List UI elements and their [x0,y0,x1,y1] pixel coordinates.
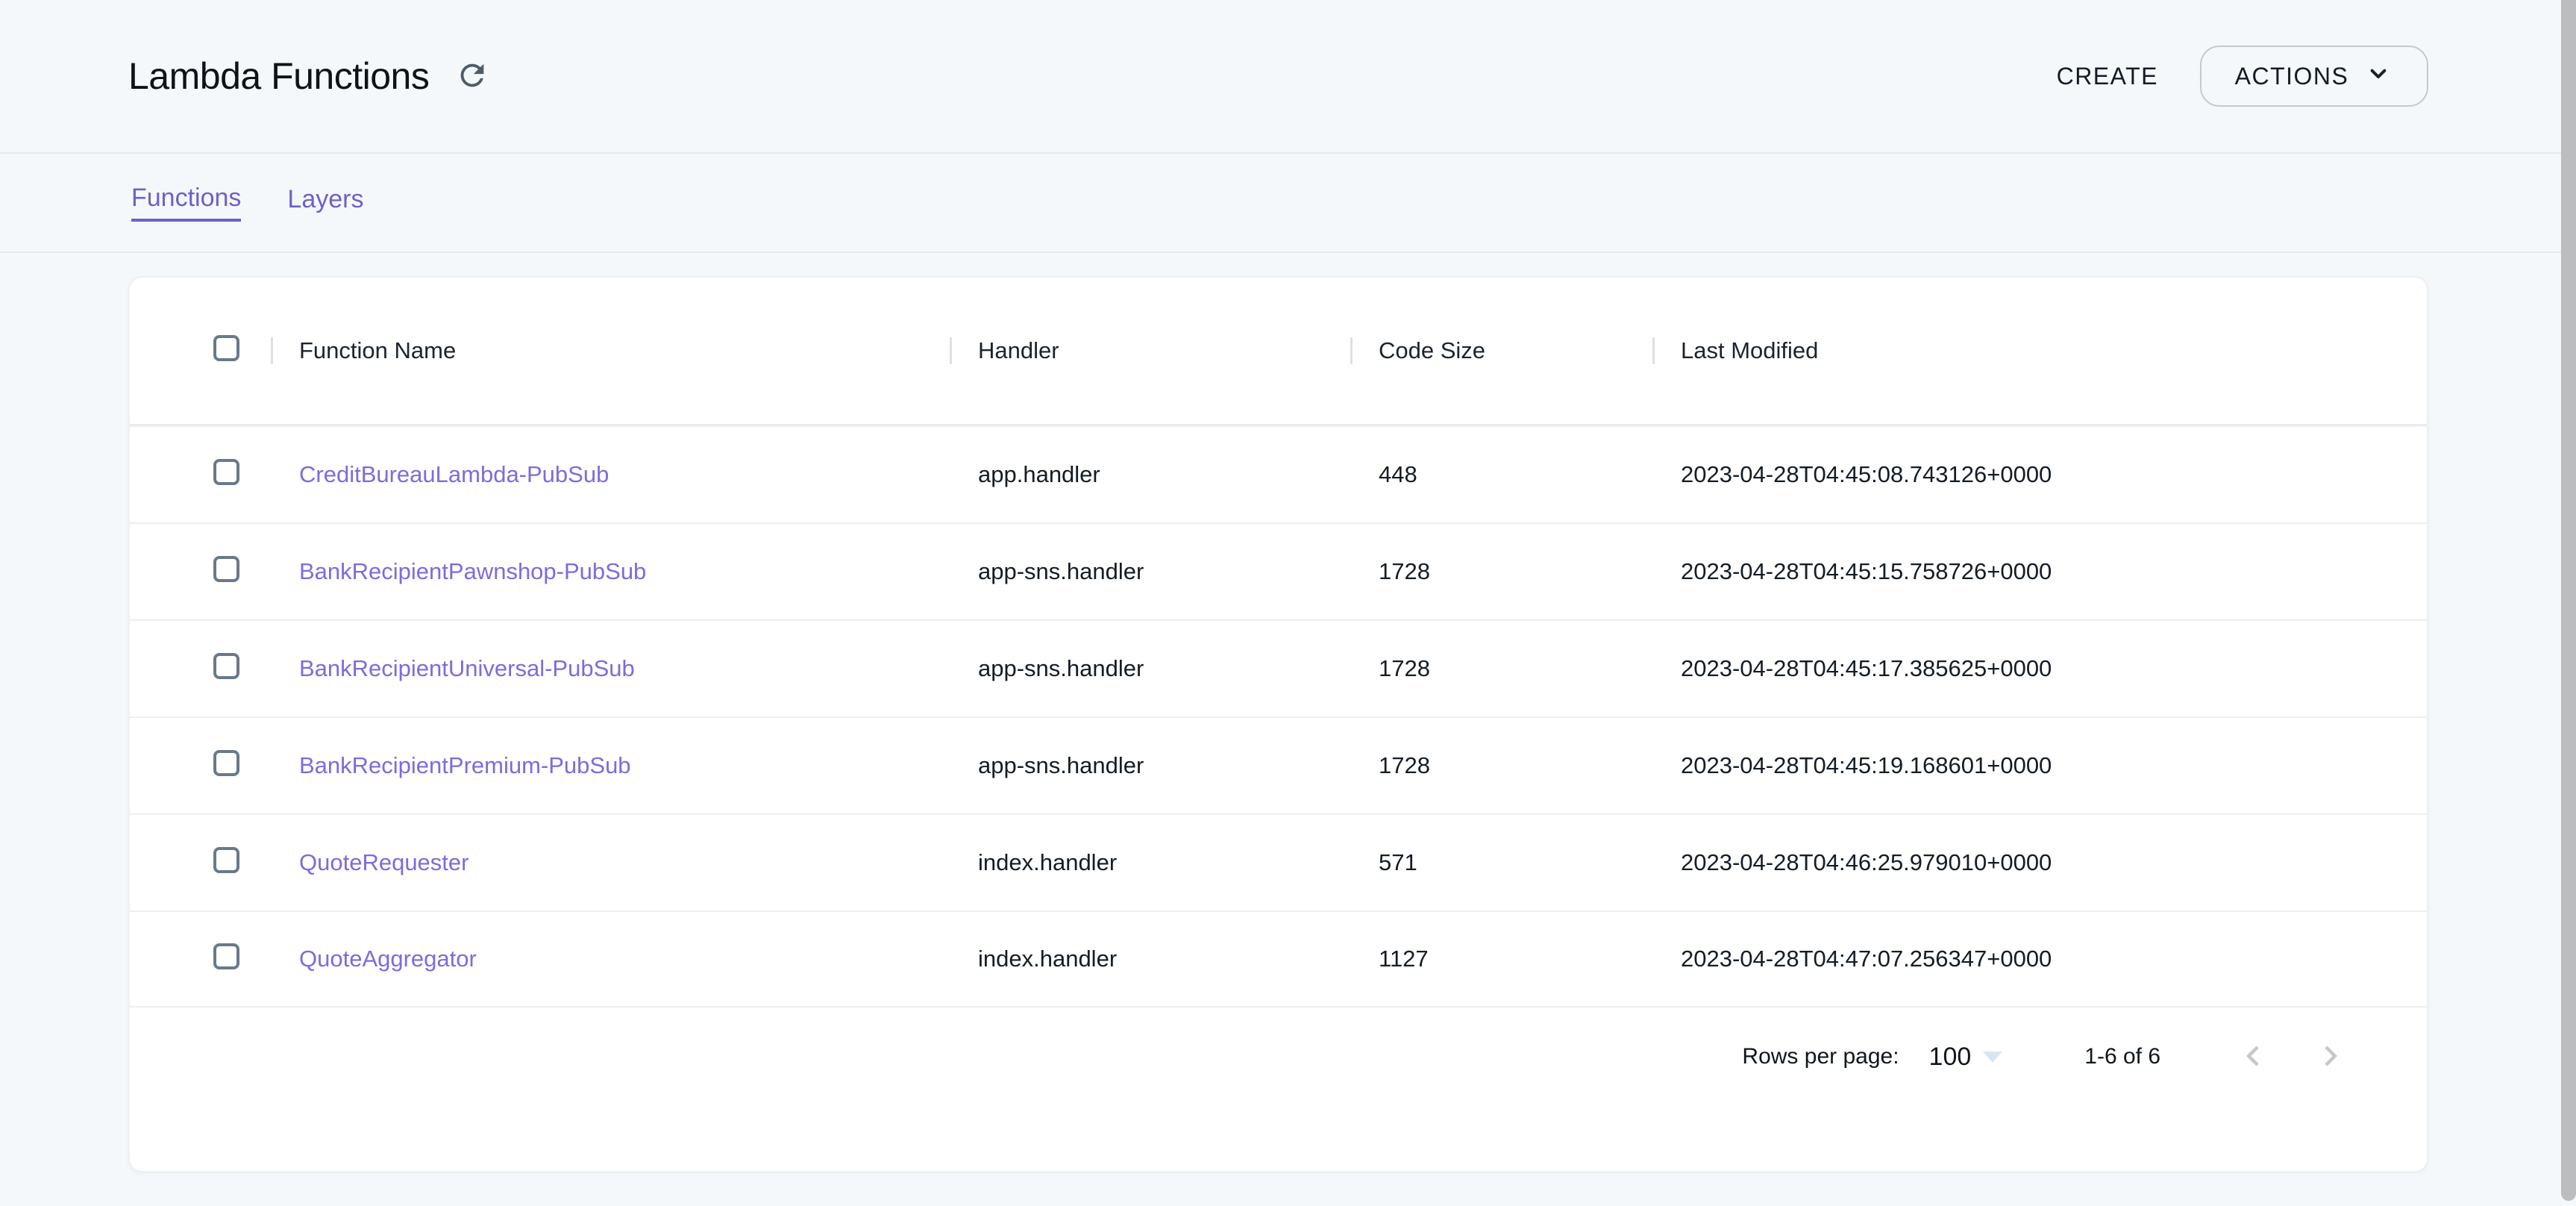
code-size-cell: 448 [1350,461,1652,488]
lambda-functions-page: Lambda Functions CREATE ACTIONS Function… [0,0,2576,1206]
function-name-link[interactable]: QuoteAggregator [299,946,477,972]
chevron-left-icon [2233,1036,2273,1078]
column-header-handler: Handler [950,337,1350,364]
rows-per-page-label: Rows per page: [1742,1044,1899,1069]
last-modified-cell: 2023-04-28T04:47:07.256347+0000 [1652,946,2366,972]
function-name-cell: QuoteAggregator [271,946,950,972]
handler-cell: app.handler [950,461,1350,488]
code-size-cell: 1728 [1350,655,1652,682]
handler-cell: index.handler [950,946,1350,972]
function-name-link[interactable]: QuoteRequester [299,849,468,875]
table-row: BankRecipientPawnshop-PubSub app-sns.han… [130,522,2427,619]
last-modified-cell: 2023-04-28T04:45:17.385625+0000 [1652,655,2366,682]
tabs-bar: Functions Layers [0,154,2576,253]
row-checkbox-cell [130,943,271,975]
row-checkbox[interactable] [213,943,239,969]
function-name-cell: BankRecipientUniversal-PubSub [271,655,950,682]
vertical-scrollbar[interactable] [2561,0,2576,1201]
row-checkbox-cell [130,653,271,685]
page-range-label: 1-6 of 6 [2084,1044,2160,1069]
actions-button[interactable]: ACTIONS [2200,46,2428,107]
actions-button-label: ACTIONS [2235,63,2349,90]
table-pagination: Rows per page: 100 1-6 of 6 [130,1007,2427,1106]
table-header-row: Function Name Handler Code Size Last Mod… [130,278,2427,425]
handler-cell: index.handler [950,849,1350,876]
select-all-cell [130,335,271,367]
function-name-link[interactable]: BankRecipientPremium-PubSub [299,752,631,778]
rows-per-page-value: 100 [1929,1043,1972,1072]
chevron-right-icon [2310,1036,2351,1078]
code-size-cell: 1728 [1350,558,1652,585]
column-header-code-size: Code Size [1350,337,1652,364]
chevron-down-icon [2363,58,2393,94]
refresh-button[interactable] [451,55,493,97]
functions-table-card: Function Name Handler Code Size Last Mod… [128,276,2428,1172]
column-header-last-modified: Last Modified [1652,337,2366,364]
next-page-button[interactable] [2309,1035,2352,1078]
row-checkbox-cell [130,556,271,588]
tab-functions[interactable]: Functions [131,184,241,222]
header-bar: Lambda Functions CREATE ACTIONS [0,0,2576,154]
rows-per-page-select[interactable]: 100 [1929,1043,2003,1072]
row-checkbox-cell [130,750,271,782]
function-name-link[interactable]: CreditBureauLambda-PubSub [299,461,609,487]
table-row: BankRecipientUniversal-PubSub app-sns.ha… [130,619,2427,716]
table-row: QuoteRequester index.handler 571 2023-04… [130,813,2427,910]
row-checkbox[interactable] [213,556,239,582]
function-name-cell: QuoteRequester [271,849,950,876]
select-all-checkbox[interactable] [213,335,239,361]
function-name-link[interactable]: BankRecipientPawnshop-PubSub [299,558,646,584]
code-size-cell: 571 [1350,849,1652,876]
last-modified-cell: 2023-04-28T04:45:15.758726+0000 [1652,558,2366,585]
function-name-cell: CreditBureauLambda-PubSub [271,461,950,488]
row-checkbox[interactable] [213,847,239,873]
header-actions: CREATE ACTIONS [2037,46,2428,107]
handler-cell: app-sns.handler [950,558,1350,585]
handler-cell: app-sns.handler [950,655,1350,682]
code-size-cell: 1127 [1350,946,1652,972]
refresh-icon [455,58,489,95]
last-modified-cell: 2023-04-28T04:45:08.743126+0000 [1652,461,2366,488]
function-name-cell: BankRecipientPremium-PubSub [271,752,950,779]
function-name-link[interactable]: BankRecipientUniversal-PubSub [299,655,635,681]
tab-layers[interactable]: Layers [287,185,363,220]
page-title: Lambda Functions [128,54,429,98]
table-row: QuoteAggregator index.handler 1127 2023-… [130,910,2427,1007]
row-checkbox[interactable] [213,750,239,776]
row-checkbox[interactable] [213,459,239,485]
create-button[interactable]: CREATE [2037,49,2178,104]
dropdown-arrow-icon [1983,1052,2002,1063]
row-checkbox-cell [130,847,271,879]
row-checkbox[interactable] [213,653,239,679]
table-row: BankRecipientPremium-PubSub app-sns.hand… [130,716,2427,813]
last-modified-cell: 2023-04-28T04:46:25.979010+0000 [1652,849,2366,876]
row-checkbox-cell [130,459,271,491]
table-row: CreditBureauLambda-PubSub app.handler 44… [130,425,2427,522]
code-size-cell: 1728 [1350,752,1652,779]
handler-cell: app-sns.handler [950,752,1350,779]
last-modified-cell: 2023-04-28T04:45:19.168601+0000 [1652,752,2366,779]
function-name-cell: BankRecipientPawnshop-PubSub [271,558,950,585]
previous-page-button[interactable] [2231,1035,2275,1078]
column-header-function-name: Function Name [271,337,950,364]
